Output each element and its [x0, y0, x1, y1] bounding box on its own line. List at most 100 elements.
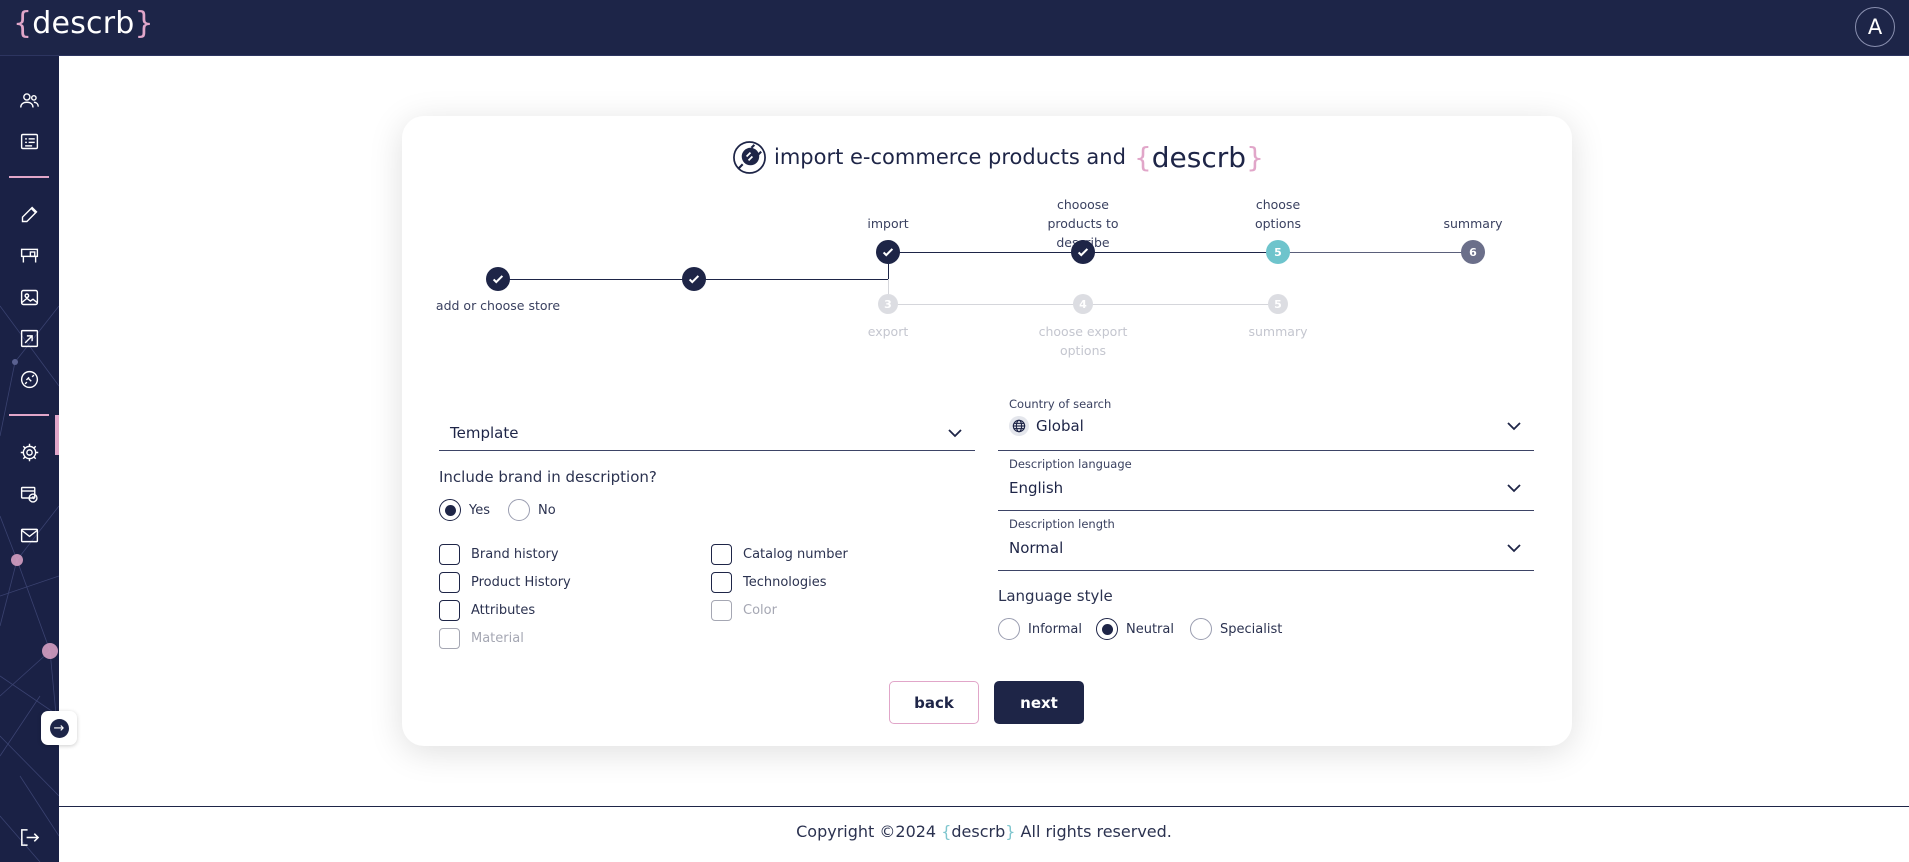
country-select[interactable]: Country of search Global	[998, 393, 1534, 451]
gear-icon[interactable]	[16, 439, 42, 465]
step-label: add or choose store	[435, 298, 561, 313]
back-button[interactable]: back	[889, 681, 979, 724]
language-select[interactable]: Description language English	[998, 453, 1534, 511]
billing-icon[interactable]	[16, 481, 42, 507]
footer-brand: {descrb}	[941, 822, 1015, 841]
length-select[interactable]: Description length Normal	[998, 513, 1534, 571]
checkbox-product-history[interactable]: Product History	[439, 572, 571, 593]
step-label: choose export options	[1038, 324, 1128, 358]
checkbox-box	[439, 572, 460, 593]
radio-selected-icon	[1096, 618, 1118, 640]
include-brand-label: Include brand in description?	[439, 468, 657, 486]
radio-label: Yes	[469, 502, 490, 518]
expand-sidebar-button[interactable]: →	[41, 711, 77, 745]
step-import-done[interactable]	[876, 240, 900, 264]
length-caption: Description length	[1009, 517, 1115, 531]
checkbox-label: Brand history	[471, 547, 559, 562]
sidebar-separator	[9, 176, 49, 178]
list-icon[interactable]	[16, 128, 42, 154]
step-line	[1278, 252, 1473, 253]
step-label: export	[867, 324, 909, 339]
checkbox-box	[711, 544, 732, 565]
language-style-label: Language style	[998, 587, 1113, 605]
length-value: Normal	[1009, 539, 1064, 557]
import-card: import e-commerce products and {descrb} …	[402, 116, 1572, 746]
radio-icon	[1190, 618, 1212, 640]
checkbox-label: Product History	[471, 575, 571, 590]
template-placeholder: Template	[450, 424, 519, 442]
radio-icon	[508, 499, 530, 521]
style-specialist-radio[interactable]: Specialist	[1190, 618, 1282, 640]
step-choose-options-current[interactable]: 5	[1266, 240, 1290, 264]
brand-yes-radio[interactable]: Yes	[439, 499, 490, 521]
language-caption: Description language	[1009, 457, 1132, 471]
footer: Copyright ©2024 {descrb} All rights rese…	[59, 822, 1909, 841]
globe-icon	[1009, 416, 1029, 436]
checkbox-label: Color	[743, 603, 777, 618]
radio-selected-icon	[439, 499, 461, 521]
style-neutral-radio[interactable]: Neutral	[1096, 618, 1174, 640]
users-icon[interactable]	[16, 87, 42, 113]
checkbox-material[interactable]: Material	[439, 628, 524, 649]
sidebar-separator	[9, 414, 49, 416]
step-export[interactable]: 3	[878, 294, 898, 314]
step-label: summary	[1248, 324, 1308, 339]
brand-brace-open: {	[941, 822, 952, 841]
step-summary[interactable]: 6	[1461, 240, 1485, 264]
plug-icon[interactable]	[16, 366, 42, 392]
template-select[interactable]: Template	[439, 393, 975, 451]
style-informal-radio[interactable]: Informal	[998, 618, 1082, 640]
checkbox-technologies[interactable]: Technologies	[711, 572, 827, 593]
desk-icon[interactable]	[16, 242, 42, 268]
checkbox-catalog-number[interactable]: Catalog number	[711, 544, 848, 565]
checkbox-box	[711, 600, 732, 621]
chevron-down-icon	[1506, 540, 1522, 556]
step-label: import	[867, 216, 909, 231]
checkbox-attributes[interactable]: Attributes	[439, 600, 535, 621]
mail-icon[interactable]	[16, 522, 42, 548]
footer-rights: All rights reserved.	[1020, 822, 1172, 841]
checkbox-label: Attributes	[471, 603, 536, 618]
check-icon	[1077, 248, 1089, 257]
chevron-down-icon	[947, 425, 963, 441]
next-button[interactable]: next	[994, 681, 1084, 724]
check-icon	[688, 275, 700, 284]
footer-divider	[59, 806, 1909, 807]
logo-brace-close: }	[134, 6, 154, 41]
step-export-options[interactable]: 4	[1073, 294, 1093, 314]
step-1-done[interactable]	[486, 267, 510, 291]
edit-icon[interactable]	[16, 201, 42, 227]
check-icon	[882, 248, 894, 257]
step-2-done[interactable]	[682, 267, 706, 291]
country-value: Global	[1036, 417, 1084, 435]
step-choose-products-done[interactable]	[1071, 240, 1095, 264]
logout-icon[interactable]	[15, 823, 43, 851]
step-label: summary	[1443, 216, 1503, 231]
radio-label: Informal	[1028, 621, 1082, 637]
checkbox-box	[711, 572, 732, 593]
step-label: choose options	[1254, 197, 1302, 231]
checkbox-box	[439, 628, 460, 649]
check-icon	[492, 275, 504, 284]
checkbox-label: Material	[471, 631, 524, 646]
checkbox-box	[439, 600, 460, 621]
checkbox-color[interactable]: Color	[711, 600, 777, 621]
avatar[interactable]: A	[1855, 7, 1895, 47]
radio-label: Specialist	[1220, 621, 1283, 637]
active-indicator	[55, 415, 59, 455]
logo-brace-open: {	[13, 6, 33, 41]
checkbox-brand-history[interactable]: Brand history	[439, 544, 559, 565]
brand-name: descrb	[951, 822, 1006, 841]
export-icon[interactable]	[16, 325, 42, 351]
checkbox-box	[439, 544, 460, 565]
step-export-summary[interactable]: 5	[1268, 294, 1288, 314]
chevron-down-icon	[1506, 480, 1522, 496]
top-bar: {descrb} A	[0, 0, 1909, 56]
arrow-right-icon: →	[49, 718, 69, 738]
image-icon[interactable]	[16, 284, 42, 310]
app-logo[interactable]: {descrb}	[13, 6, 154, 41]
brand-no-radio[interactable]: No	[508, 499, 556, 521]
checkbox-label: Catalog number	[743, 547, 848, 562]
brand-brace-close: }	[1005, 822, 1016, 841]
language-value: English	[1009, 479, 1064, 497]
